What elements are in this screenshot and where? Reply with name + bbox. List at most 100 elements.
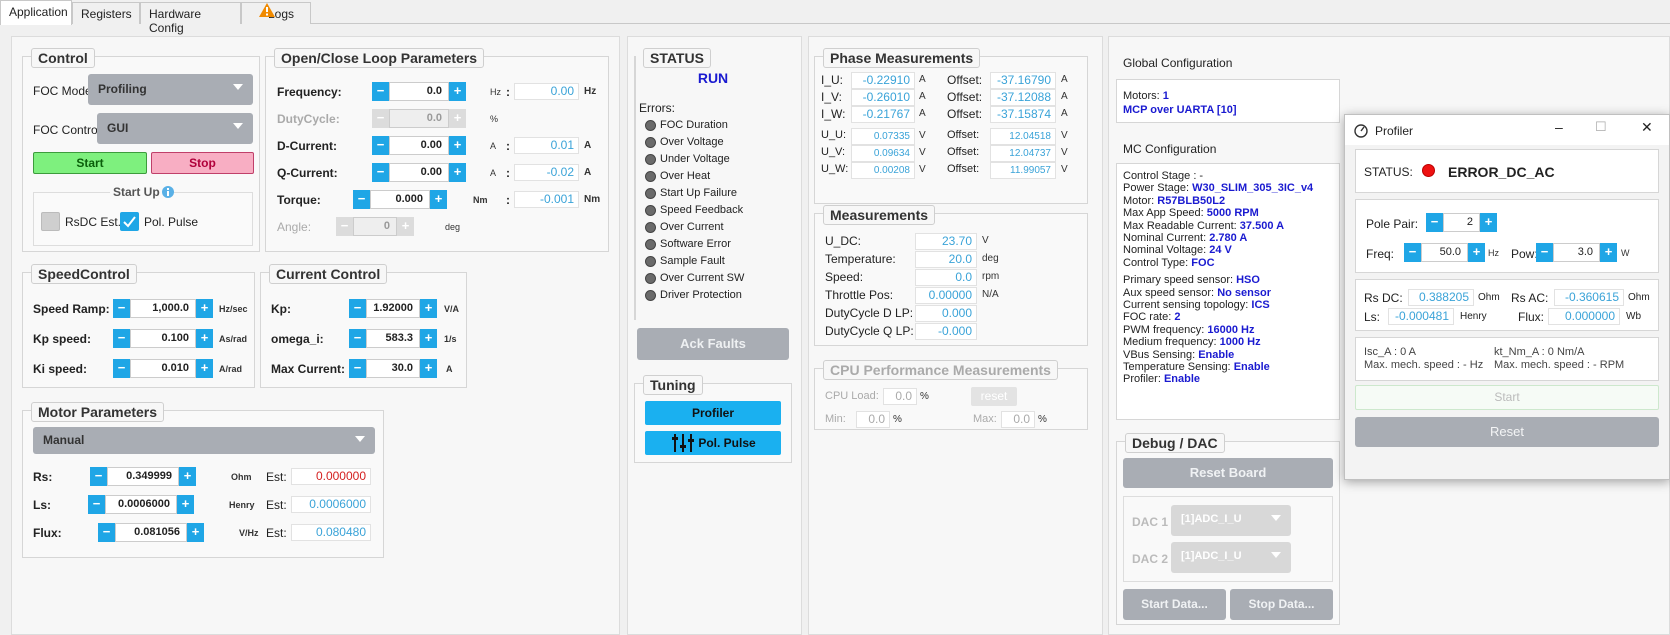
- profiler-start-button[interactable]: Start: [1355, 385, 1659, 410]
- plus-button[interactable]: +: [1468, 243, 1485, 262]
- start-data-button[interactable]: Start Data...: [1123, 589, 1226, 620]
- omega-stepper[interactable]: −583.3 +: [349, 329, 437, 348]
- minus-button[interactable]: −: [1536, 243, 1553, 262]
- angle-value[interactable]: 0: [353, 217, 397, 236]
- kp-speed-value[interactable]: 0.100: [130, 329, 196, 348]
- frequency-value[interactable]: 0.0: [389, 82, 449, 101]
- plus-button[interactable]: +: [449, 163, 466, 182]
- dac2-select[interactable]: [1]ADC_I_U: [1171, 542, 1291, 573]
- minus-button[interactable]: −: [372, 109, 389, 128]
- profiler-reset-button[interactable]: Reset: [1355, 417, 1659, 447]
- kp-speed-stepper[interactable]: −0.100 +: [113, 329, 213, 348]
- maximize-icon[interactable]: ☐: [1595, 119, 1607, 135]
- pow-stepper[interactable]: −3.0 +: [1536, 243, 1617, 262]
- mc-config-value: FOC: [1191, 256, 1215, 269]
- ki-speed-stepper[interactable]: −0.010 +: [113, 359, 213, 378]
- tab-logs[interactable]: Logs: [241, 2, 311, 24]
- minus-button[interactable]: −: [113, 329, 130, 348]
- dutycycle-value[interactable]: 0.0: [389, 109, 449, 128]
- flux-value[interactable]: 0.081056: [115, 523, 187, 542]
- plus-button[interactable]: +: [179, 467, 196, 486]
- speed-ramp-value[interactable]: 1,000.0: [130, 299, 196, 318]
- minus-button[interactable]: −: [88, 495, 105, 514]
- minus-button[interactable]: −: [349, 329, 366, 348]
- q-current-value[interactable]: 0.00: [389, 163, 449, 182]
- pol-pulse-checkbox[interactable]: [120, 212, 139, 231]
- measurement-value: 0.000: [915, 305, 977, 322]
- minus-button[interactable]: −: [372, 163, 389, 182]
- torque-value[interactable]: 0.000: [370, 190, 430, 209]
- pole-pair-value[interactable]: 2: [1443, 213, 1480, 232]
- minus-button[interactable]: −: [372, 82, 389, 101]
- plus-button[interactable]: +: [177, 495, 194, 514]
- plus-button[interactable]: +: [420, 329, 437, 348]
- plus-button[interactable]: +: [449, 109, 466, 128]
- minus-button[interactable]: −: [349, 299, 366, 318]
- max-current-value[interactable]: 30.0: [366, 359, 420, 378]
- pol-pulse-button[interactable]: Pol. Pulse: [645, 431, 781, 455]
- mc-config-key: Primary speed sensor:: [1123, 274, 1234, 287]
- minus-button[interactable]: −: [113, 299, 130, 318]
- flux-stepper[interactable]: −0.081056 +: [98, 523, 204, 542]
- stop-button[interactable]: Stop: [151, 152, 254, 174]
- reset-board-button[interactable]: Reset Board: [1123, 458, 1333, 488]
- plus-button[interactable]: +: [420, 359, 437, 378]
- plus-button[interactable]: +: [196, 359, 213, 378]
- rs-stepper[interactable]: −0.349999 +: [90, 467, 196, 486]
- plus-button[interactable]: +: [420, 299, 437, 318]
- profiler-button[interactable]: Profiler: [645, 401, 781, 425]
- plus-button[interactable]: +: [196, 299, 213, 318]
- plus-button[interactable]: +: [187, 523, 204, 542]
- plus-button[interactable]: +: [449, 82, 466, 101]
- minus-button[interactable]: −: [353, 190, 370, 209]
- dutycycle-stepper[interactable]: −0.0 +: [372, 109, 466, 128]
- kp-value[interactable]: 1.92000: [366, 299, 420, 318]
- minus-button[interactable]: −: [372, 136, 389, 155]
- speed-ramp-stepper[interactable]: −1,000.0 +: [113, 299, 213, 318]
- plus-button[interactable]: +: [1480, 213, 1497, 232]
- pow-value[interactable]: 3.0: [1553, 243, 1600, 262]
- ls-stepper[interactable]: −0.0006000 +: [88, 495, 194, 514]
- plus-button[interactable]: +: [397, 217, 414, 236]
- freq-value[interactable]: 50.0: [1421, 243, 1468, 262]
- plus-button[interactable]: +: [449, 136, 466, 155]
- motor-mode-select[interactable]: Manual: [33, 427, 375, 454]
- tab-registers[interactable]: Registers: [72, 2, 140, 24]
- tab-application[interactable]: Application: [0, 0, 72, 25]
- omega-value[interactable]: 583.3: [366, 329, 420, 348]
- plus-button[interactable]: +: [430, 190, 447, 209]
- minus-button[interactable]: −: [113, 359, 130, 378]
- minimize-icon[interactable]: –: [1555, 119, 1563, 135]
- pole-pair-stepper[interactable]: −2 +: [1426, 213, 1497, 232]
- minus-button[interactable]: −: [336, 217, 353, 236]
- kp-stepper[interactable]: −1.92000 +: [349, 299, 437, 318]
- stop-data-button[interactable]: Stop Data...: [1230, 589, 1333, 620]
- dac1-select[interactable]: [1]ADC_I_U: [1171, 505, 1291, 536]
- ki-speed-value[interactable]: 0.010: [130, 359, 196, 378]
- minus-button[interactable]: −: [1426, 213, 1443, 232]
- minus-button[interactable]: −: [98, 523, 115, 542]
- start-button[interactable]: Start: [33, 152, 147, 174]
- minus-button[interactable]: −: [1404, 243, 1421, 262]
- d-current-stepper[interactable]: −0.00 +: [372, 136, 466, 155]
- angle-stepper[interactable]: −0 +: [336, 217, 414, 236]
- ack-faults-button[interactable]: Ack Faults: [637, 328, 789, 360]
- rsdc-checkbox[interactable]: [41, 212, 60, 231]
- frequency-stepper[interactable]: −0.0 +: [372, 82, 466, 101]
- torque-stepper[interactable]: −0.000 +: [353, 190, 447, 209]
- cpu-reset-button[interactable]: reset: [971, 387, 1017, 406]
- rs-value[interactable]: 0.349999: [107, 467, 179, 486]
- q-current-stepper[interactable]: −0.00 +: [372, 163, 466, 182]
- foc-control-select[interactable]: GUI: [97, 113, 253, 144]
- minus-button[interactable]: −: [90, 467, 107, 486]
- foc-mode-select[interactable]: Profiling: [88, 74, 253, 105]
- max-current-stepper[interactable]: −30.0 +: [349, 359, 437, 378]
- freq-stepper[interactable]: −50.0 +: [1404, 243, 1485, 262]
- minus-button[interactable]: −: [349, 359, 366, 378]
- tab-hardware-config[interactable]: Hardware Config: [140, 2, 241, 35]
- d-current-value[interactable]: 0.00: [389, 136, 449, 155]
- plus-button[interactable]: +: [196, 329, 213, 348]
- close-icon[interactable]: ✕: [1641, 119, 1653, 136]
- ls-value[interactable]: 0.0006000: [105, 495, 177, 514]
- plus-button[interactable]: +: [1600, 243, 1617, 262]
